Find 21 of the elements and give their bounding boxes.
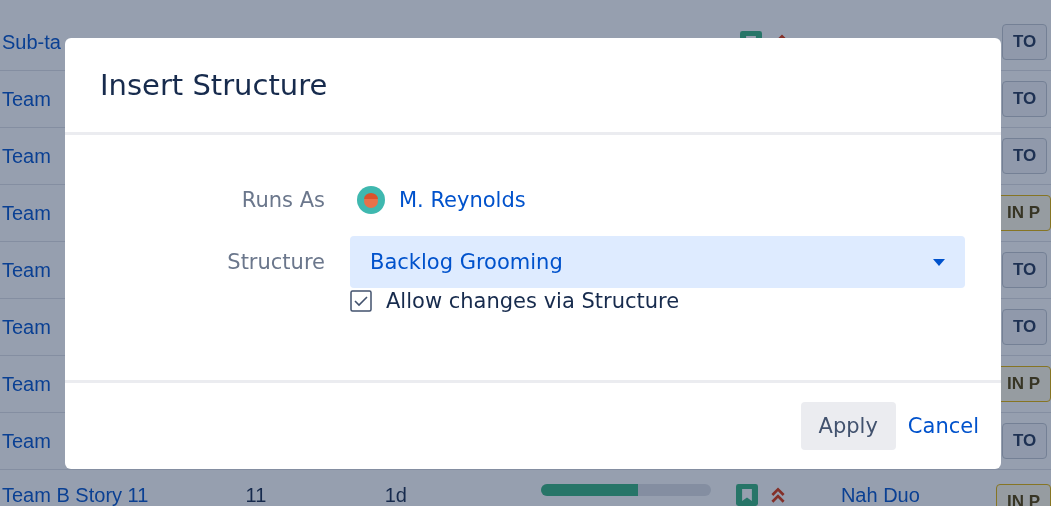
cancel-link[interactable]: Cancel [903, 402, 983, 450]
checkbox[interactable] [350, 290, 372, 312]
status-badge: TO [1002, 309, 1048, 345]
status-badge: TO [1002, 138, 1048, 174]
avatar-icon [357, 186, 385, 214]
runs-as-label: Runs As [240, 188, 325, 212]
status-badge: TO [1002, 24, 1048, 60]
status-badge: TO [1002, 252, 1048, 288]
estimate-text: 1d [384, 484, 408, 506]
structure-select[interactable]: Backlog Grooming [350, 236, 965, 288]
story-points-text: 11 [245, 484, 268, 506]
user-link[interactable]: M. Reynolds [399, 188, 526, 212]
dialog-title: Insert Structure [100, 68, 328, 102]
structure-label: Structure [226, 250, 325, 274]
checkbox-label: Allow changes via Structure [386, 289, 680, 313]
caret-icon [933, 258, 945, 266]
apply-button[interactable]: Apply [800, 402, 896, 450]
status-badge: TO [1002, 81, 1048, 117]
status-badge: TO [1002, 423, 1048, 459]
assignee-link[interactable]: Nah Duo [840, 484, 996, 506]
issue-summary-link[interactable]: Team B Story 11 [0, 484, 246, 506]
